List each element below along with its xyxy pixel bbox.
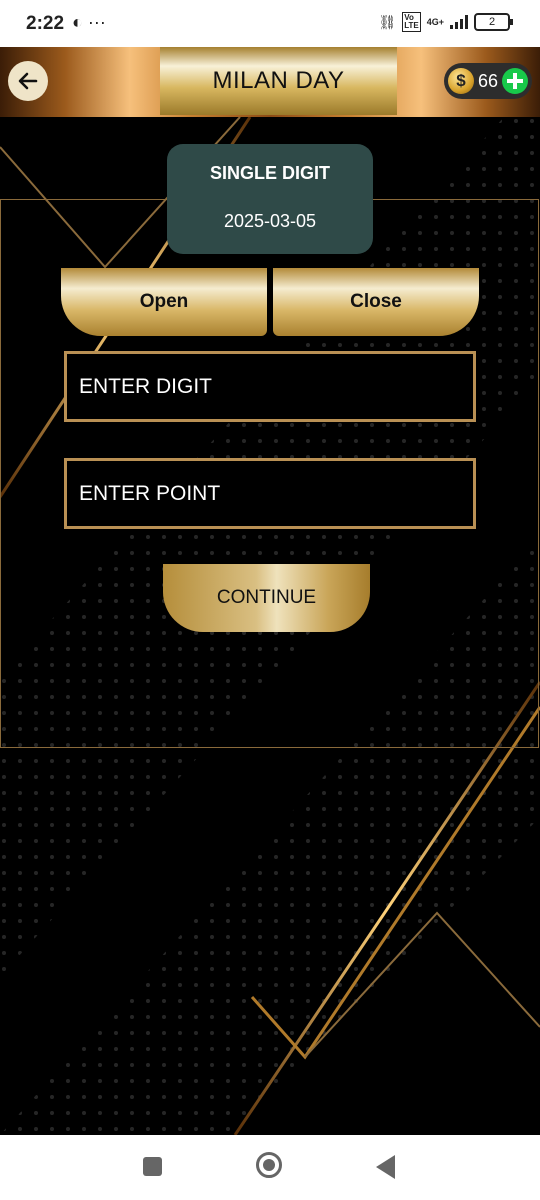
open-session-button[interactable]: Open bbox=[61, 268, 267, 336]
status-time: 2:22 bbox=[26, 13, 65, 34]
add-funds-icon[interactable] bbox=[502, 68, 529, 94]
signal-icon bbox=[450, 15, 468, 29]
wallet-balance: 66 bbox=[478, 70, 499, 91]
network-type: 4G+ bbox=[426, 16, 444, 27]
screen: 2:22 ◐ ··· ⛓ VoLTE 4G+ 2 MILAN DAY $ 66 bbox=[0, 0, 540, 1200]
system-nav-bar bbox=[0, 1135, 540, 1200]
close-session-button[interactable]: Close bbox=[273, 268, 479, 336]
recents-icon[interactable] bbox=[143, 1157, 162, 1176]
game-info-card: SINGLE DIGIT 2025-03-05 bbox=[167, 144, 373, 254]
game-date: 2025-03-05 bbox=[223, 211, 317, 231]
game-type: SINGLE DIGIT bbox=[209, 163, 330, 183]
status-right-icons: ⛓ Vo LTE 4G+ 2 bbox=[378, 12, 513, 32]
back-button[interactable] bbox=[8, 61, 48, 101]
app-header: MILAN DAY $ 66 bbox=[0, 47, 540, 117]
coin-icon: $ bbox=[448, 68, 474, 94]
notification-icons: ◐ ··· bbox=[72, 12, 106, 32]
point-input[interactable]: ENTER POINT bbox=[64, 458, 476, 529]
digit-input[interactable]: ENTER DIGIT bbox=[64, 351, 476, 422]
battery-icon: 2 bbox=[474, 13, 513, 31]
continue-button[interactable]: CONTINUE bbox=[163, 564, 370, 632]
volte-icon: Vo LTE bbox=[402, 12, 421, 32]
status-bar: 2:22 ◐ ··· ⛓ Vo LTE 4G+ 2 bbox=[0, 0, 540, 48]
wallet-widget[interactable]: $ 66 bbox=[444, 63, 532, 99]
back-triangle-icon[interactable] bbox=[376, 1155, 395, 1179]
home-icon[interactable] bbox=[256, 1152, 282, 1178]
arrow-left-icon bbox=[18, 72, 38, 90]
link-icon: ⛓ bbox=[378, 13, 397, 30]
title-plate: MILAN DAY bbox=[160, 47, 397, 115]
page-title: MILAN DAY bbox=[212, 67, 345, 94]
